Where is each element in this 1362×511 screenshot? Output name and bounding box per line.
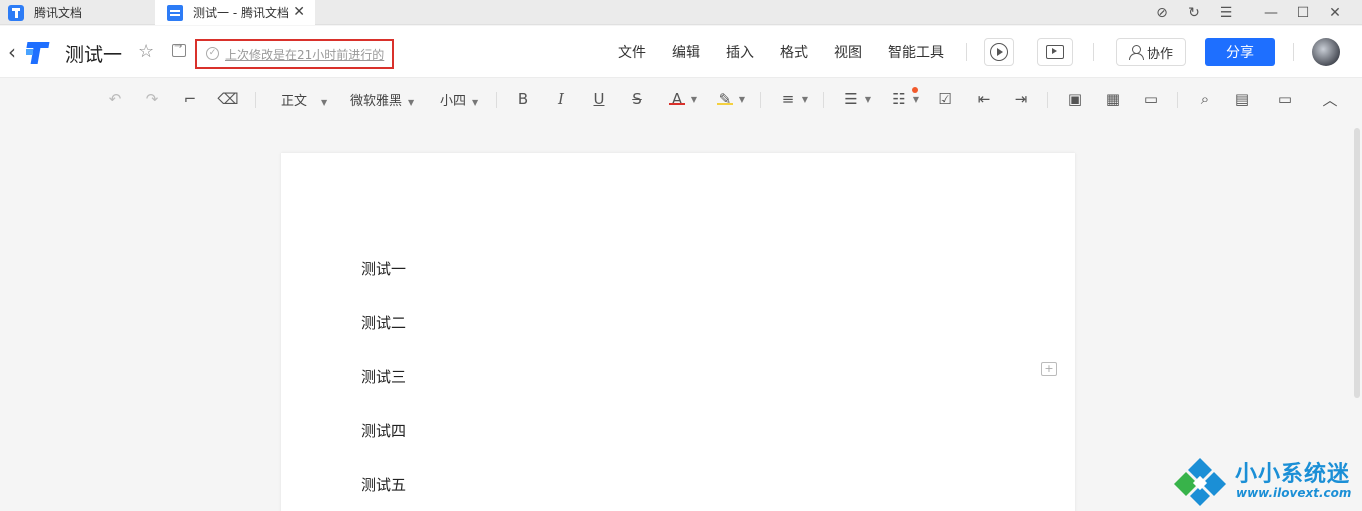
divider [1177, 92, 1178, 108]
highlight-swatch [717, 103, 733, 105]
tab-bar: 腾讯文档 测试一 - 腾讯文档 ✕ ⊘ ↻ ☰ — ☐ ✕ [0, 0, 1362, 25]
menu-format[interactable]: 格式 [780, 42, 808, 62]
checkbox-icon[interactable]: ☑ [935, 89, 955, 109]
highlight-icon[interactable]: ✎ [715, 89, 735, 109]
font-color-icon[interactable]: A [667, 89, 687, 109]
redo-icon[interactable]: ↷ [142, 89, 162, 109]
chevron-down-icon: ▼ [408, 98, 415, 107]
refresh-icon[interactable]: ↻ [1179, 0, 1209, 25]
tab-label: 腾讯文档 [34, 6, 83, 20]
divider [255, 92, 256, 108]
paragraph[interactable]: 测试二 [361, 312, 406, 333]
italic-icon[interactable]: I [551, 89, 571, 109]
presentation-button[interactable] [1037, 38, 1073, 66]
format-painter-icon[interactable]: ⌐ [180, 89, 200, 109]
divider [1047, 92, 1048, 108]
comments-panel-icon[interactable]: ▭ [1275, 89, 1295, 109]
star-icon[interactable]: ☆ [138, 41, 154, 62]
watermark-url: www.ilovext.com [1236, 486, 1352, 500]
chevron-down-icon[interactable]: ▼ [799, 89, 811, 109]
divider [1293, 43, 1294, 61]
collapse-icon[interactable]: ︿ [1320, 89, 1340, 109]
outline-icon[interactable]: ▤ [1232, 89, 1252, 109]
comment-icon[interactable]: ▭ [1141, 89, 1161, 109]
tab-label: 测试一 - 腾讯文档 [193, 6, 289, 20]
scrollbar[interactable] [1354, 128, 1360, 398]
menu-icon[interactable]: ☰ [1211, 0, 1241, 25]
move-to-folder-icon[interactable] [172, 41, 186, 57]
chevron-down-icon[interactable]: ▼ [688, 89, 700, 109]
window-close-icon[interactable]: ✕ [1320, 0, 1350, 25]
style-select-value: 正文 [281, 94, 308, 109]
indent-icon[interactable]: ⇥ [1011, 89, 1031, 109]
logo-icon[interactable] [26, 39, 52, 65]
size-select[interactable]: 小四 ▼ [440, 90, 478, 109]
menu-insert[interactable]: 插入 [726, 42, 754, 62]
play-icon [990, 43, 1008, 61]
paragraph[interactable]: 测试一 [361, 258, 406, 279]
document-page[interactable]: 测试一 测试二 测试三 测试四 测试五 [281, 153, 1075, 511]
undo-icon[interactable]: ↶ [105, 89, 125, 109]
eraser-icon[interactable]: ⌫ [217, 89, 238, 109]
presentation-icon [1046, 45, 1064, 59]
collaborate-button[interactable]: 协作 [1116, 38, 1186, 66]
divider [823, 92, 824, 108]
chevron-down-icon[interactable]: ▼ [862, 89, 874, 109]
doc-header: ‹ 测试一 ☆ ✓ 上次修改是在21小时前进行的 文件 编辑 插入 格式 视图 … [0, 26, 1362, 78]
save-status[interactable]: ✓ 上次修改是在21小时前进行的 [195, 39, 394, 69]
close-icon[interactable]: ✕ [293, 4, 305, 20]
menu-file[interactable]: 文件 [618, 42, 646, 62]
format-toolbar: ↶ ↷ ⌐ ⌫ 正文 ▼ 微软雅黑 ▼ 小四 ▼ B I U S A ▼ ✎ ▼ ≡ … [0, 79, 1362, 119]
image-icon[interactable]: ▣ [1065, 89, 1085, 109]
doc-icon [167, 4, 183, 21]
outdent-icon[interactable]: ⇤ [974, 89, 994, 109]
back-icon[interactable]: ‹ [8, 40, 16, 64]
font-select[interactable]: 微软雅黑 ▼ [350, 90, 414, 109]
menu-edit[interactable]: 编辑 [672, 42, 700, 62]
divider [496, 92, 497, 108]
watermark-logo-icon [1174, 458, 1226, 506]
style-select[interactable]: 正文 ▼ [281, 90, 327, 109]
collaborate-label: 协作 [1146, 46, 1173, 62]
divider [1093, 43, 1094, 61]
tab-home[interactable]: 腾讯文档 [0, 0, 155, 25]
menu-smart-tools[interactable]: 智能工具 [888, 42, 944, 62]
tencent-docs-icon [8, 4, 24, 21]
person-icon [1128, 45, 1144, 60]
compass-icon[interactable]: ⊘ [1147, 0, 1177, 25]
strikethrough-icon[interactable]: S [627, 89, 647, 109]
divider [760, 92, 761, 108]
find-icon[interactable]: ⌕ [1195, 89, 1215, 109]
avatar[interactable] [1312, 38, 1340, 66]
play-button[interactable] [984, 38, 1014, 66]
add-comment-icon[interactable]: + [1041, 362, 1057, 376]
font-color-swatch [669, 103, 685, 105]
maximize-icon[interactable]: ☐ [1288, 0, 1318, 25]
bold-icon[interactable]: B [513, 89, 533, 109]
watermark-title: 小小系统迷 [1235, 462, 1351, 487]
table-icon[interactable]: ▦ [1103, 89, 1123, 109]
align-icon[interactable]: ≡ [778, 89, 798, 109]
chevron-down-icon[interactable]: ▼ [910, 89, 922, 109]
size-select-value: 小四 [440, 94, 467, 109]
chevron-down-icon: ▼ [321, 98, 328, 107]
check-circle-icon: ✓ [206, 47, 219, 60]
save-status-text: 上次修改是在21小时前进行的 [225, 48, 385, 62]
divider [966, 43, 967, 61]
site-watermark: 小小系统迷 www.ilovext.com [1172, 452, 1362, 511]
menu-view[interactable]: 视图 [834, 42, 862, 62]
paragraph[interactable]: 测试三 [361, 366, 406, 387]
minimize-icon[interactable]: — [1256, 0, 1286, 25]
underline-icon[interactable]: U [589, 89, 609, 109]
bullet-list-icon[interactable]: ☰ [841, 89, 861, 109]
doc-title[interactable]: 测试一 [65, 40, 122, 67]
paragraph[interactable]: 测试五 [361, 474, 406, 495]
tab-document[interactable]: 测试一 - 腾讯文档 ✕ [155, 0, 315, 25]
chevron-down-icon: ▼ [472, 98, 479, 107]
chevron-down-icon[interactable]: ▼ [736, 89, 748, 109]
share-button[interactable]: 分享 [1205, 38, 1275, 66]
font-select-value: 微软雅黑 [350, 94, 403, 109]
numbered-list-icon[interactable]: ☷ [889, 89, 909, 109]
paragraph[interactable]: 测试四 [361, 420, 406, 441]
